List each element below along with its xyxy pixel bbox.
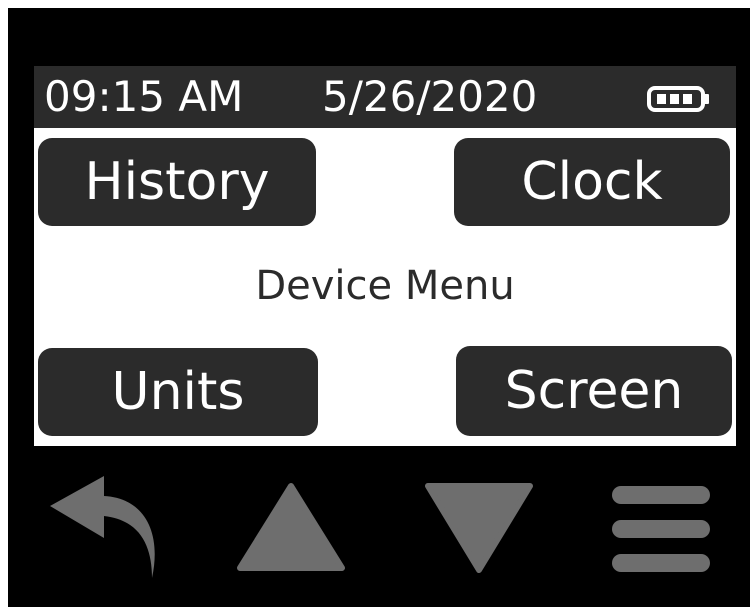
clock-button[interactable]: Clock [454,138,730,226]
up-arrow-icon[interactable] [236,482,346,572]
back-arrow-icon[interactable] [40,476,162,586]
clock-date: 5/26/2020 [322,72,538,121]
status-bar: 09:15 AM 5/26/2020 [34,66,736,128]
down-arrow-icon[interactable] [424,482,534,574]
units-button[interactable]: Units [38,348,318,436]
menu-screen: History Clock Device Menu Units Screen [34,128,736,446]
menu-icon[interactable] [606,484,716,574]
menu-title: Device Menu [255,263,515,309]
screen-button[interactable]: Screen [456,346,732,436]
clock-time: 09:15 AM [44,72,244,121]
device-frame: 09:15 AM 5/26/2020 History Clock Device … [8,8,750,607]
battery-icon [647,86,709,112]
history-button[interactable]: History [38,138,316,226]
